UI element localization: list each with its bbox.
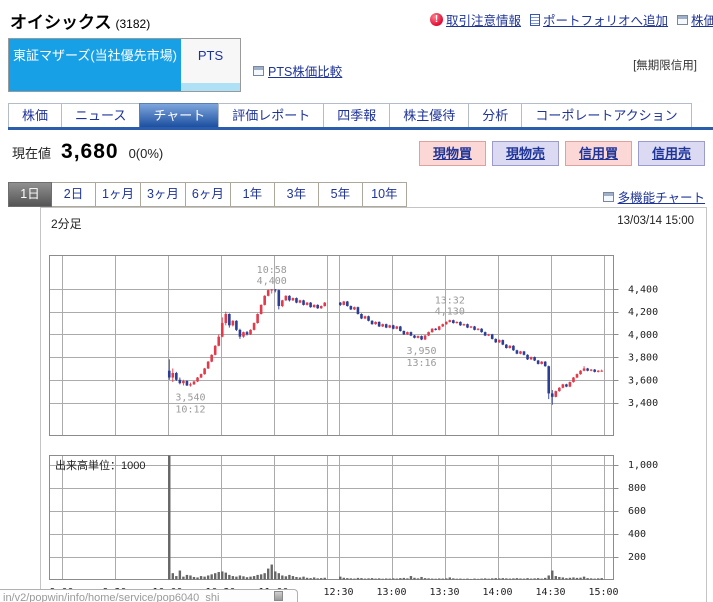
market-tabs: 東証マザーズ(当社優先市場) PTS [8, 38, 241, 92]
status-bar-icon [274, 591, 283, 601]
status-bar-url: in/v2/popwin/info/home/service/pop6040_s… [3, 591, 219, 602]
pts-compare-link[interactable]: PTS株価比較 [253, 61, 342, 80]
stock-code: (3182) [116, 17, 151, 31]
price-volume-chart: 4,400 4,200 4,000 3,800 3,600 3,400 1,000 800 60… [0, 207, 713, 602]
nav-tabs: 株価 ニュース チャート 評価レポート 四季報 株主優待 分析 コーポレートアク… [8, 103, 713, 130]
period-3year[interactable]: 3年 [275, 182, 319, 207]
period-2day[interactable]: 2日 [52, 182, 96, 207]
pts-strip [181, 83, 240, 91]
margin-buy-button[interactable]: 信用買 [565, 141, 632, 166]
period-10year[interactable]: 10年 [363, 182, 407, 207]
volume-tick: 1,000 [628, 460, 658, 471]
popup-icon [253, 66, 264, 76]
period-6month[interactable]: 6ヶ月 [186, 182, 231, 207]
period-tabs: 1日 2日 1ヶ月 3ヶ月 6ヶ月 1年 3年 5年 10年 [8, 182, 407, 207]
price-change: 0(0%) [129, 146, 164, 161]
multi-chart-link[interactable]: 多機能チャート [603, 187, 705, 206]
time-tick: 13:00 [376, 587, 406, 598]
pts-compare-label[interactable]: PTS株価比較 [268, 61, 342, 80]
period-3month[interactable]: 3ヶ月 [141, 182, 186, 207]
period-1year[interactable]: 1年 [231, 182, 275, 207]
add-portfolio-link[interactable]: ポートフォリオへ追加 [530, 10, 668, 29]
margin-sell-button[interactable]: 信用売 [638, 141, 705, 166]
volume-tick: 600 [628, 506, 646, 517]
tab-chart[interactable]: チャート [139, 103, 218, 127]
stock-price-popup-label[interactable]: 株価 [691, 10, 713, 29]
price-tick: 3,800 [628, 353, 658, 364]
tab-news[interactable]: ニュース [61, 103, 139, 127]
tab-stock-price[interactable]: 株価 [8, 103, 61, 127]
chart-annotation: 3,950 [406, 346, 436, 357]
popup-icon [677, 15, 688, 25]
tab-corporate-action[interactable]: コーポレートアクション [521, 103, 691, 127]
tab-pts[interactable]: PTS [181, 39, 240, 91]
tab-shareholder-benefit[interactable]: 株主優待 [389, 103, 468, 127]
page: オイシックス (3182) ! 取引注意情報 ポートフォリオへ追加 株価 東証マザ… [0, 0, 713, 602]
chart-annotation: 13:16 [406, 358, 436, 369]
trade-buttons: 現物買 現物売 信用買 信用売 [419, 141, 705, 166]
candles [168, 289, 603, 405]
volume-unit-label: 出来高単位：1000 [55, 458, 145, 472]
stock-name: オイシックス [10, 13, 112, 32]
cash-sell-label: 現物売 [506, 146, 545, 161]
current-price-label: 現在値 [12, 143, 51, 162]
period-5year[interactable]: 5年 [319, 182, 363, 207]
document-icon [530, 14, 540, 26]
chart-annotation: 10:58 [257, 265, 287, 276]
chart-annotation: 10:12 [175, 405, 205, 416]
add-portfolio-label[interactable]: ポートフォリオへ追加 [543, 10, 668, 29]
chart-annotation: 4,400 [257, 276, 287, 287]
period-1day[interactable]: 1日 [8, 182, 52, 207]
tab-shikiho[interactable]: 四季報 [323, 103, 389, 127]
trade-alert-label[interactable]: 取引注意情報 [446, 10, 521, 29]
cash-buy-label: 現物買 [433, 146, 472, 161]
time-tick: 13:30 [429, 587, 459, 598]
margin-sell-label: 信用売 [652, 146, 691, 161]
time-tick: 14:30 [535, 587, 565, 598]
cash-sell-button[interactable]: 現物売 [492, 141, 559, 166]
time-tick: 12:30 [323, 587, 353, 598]
time-tick: 15:00 [588, 587, 618, 598]
time-tick: 14:00 [482, 587, 512, 598]
status-bar-tooltip: in/v2/popwin/info/home/service/pop6040_s… [0, 589, 298, 602]
stock-price-popup-link[interactable]: 株価 [677, 10, 713, 29]
chart-annotation: 3,540 [175, 393, 205, 404]
cash-buy-button[interactable]: 現物買 [419, 141, 486, 166]
popup-icon [603, 192, 614, 202]
price-tick: 4,000 [628, 330, 658, 341]
current-price-row: 現在値 3,680 0(0%) [12, 140, 163, 164]
period-1month[interactable]: 1ヶ月 [96, 182, 141, 207]
volume-tick: 400 [628, 529, 646, 540]
volume-tick: 800 [628, 483, 646, 494]
multi-chart-label[interactable]: 多機能チャート [618, 187, 705, 206]
volume-bars [168, 456, 603, 580]
credit-type-label: [無期限信用] [633, 57, 697, 73]
tab-analysis[interactable]: 分析 [468, 103, 521, 127]
current-price-value: 3,680 [61, 140, 119, 164]
volume-tick: 200 [628, 552, 646, 563]
margin-buy-label: 信用買 [579, 146, 618, 161]
price-tick: 4,200 [628, 307, 658, 318]
tab-tse-mothers[interactable]: 東証マザーズ(当社優先市場) [9, 39, 181, 91]
trade-alert-link[interactable]: ! 取引注意情報 [430, 10, 521, 29]
header-links: ! 取引注意情報 ポートフォリオへ追加 株価 [430, 10, 713, 29]
price-tick: 3,600 [628, 375, 658, 386]
alert-icon: ! [430, 13, 443, 26]
axis-labels: 4,400 4,200 4,000 3,800 3,600 3,400 1,000 800 60… [49, 285, 658, 599]
chart-annotation: 4,130 [435, 307, 465, 318]
page-title: オイシックス (3182) [10, 8, 150, 33]
tab-report[interactable]: 評価レポート [218, 103, 323, 127]
price-tick: 4,400 [628, 285, 658, 296]
plot-borders [50, 256, 614, 580]
gridlines [50, 256, 614, 580]
tab-pts-label: PTS [181, 48, 240, 63]
chart-annotation: 13:32 [435, 296, 465, 307]
price-tick: 3,400 [628, 398, 658, 409]
